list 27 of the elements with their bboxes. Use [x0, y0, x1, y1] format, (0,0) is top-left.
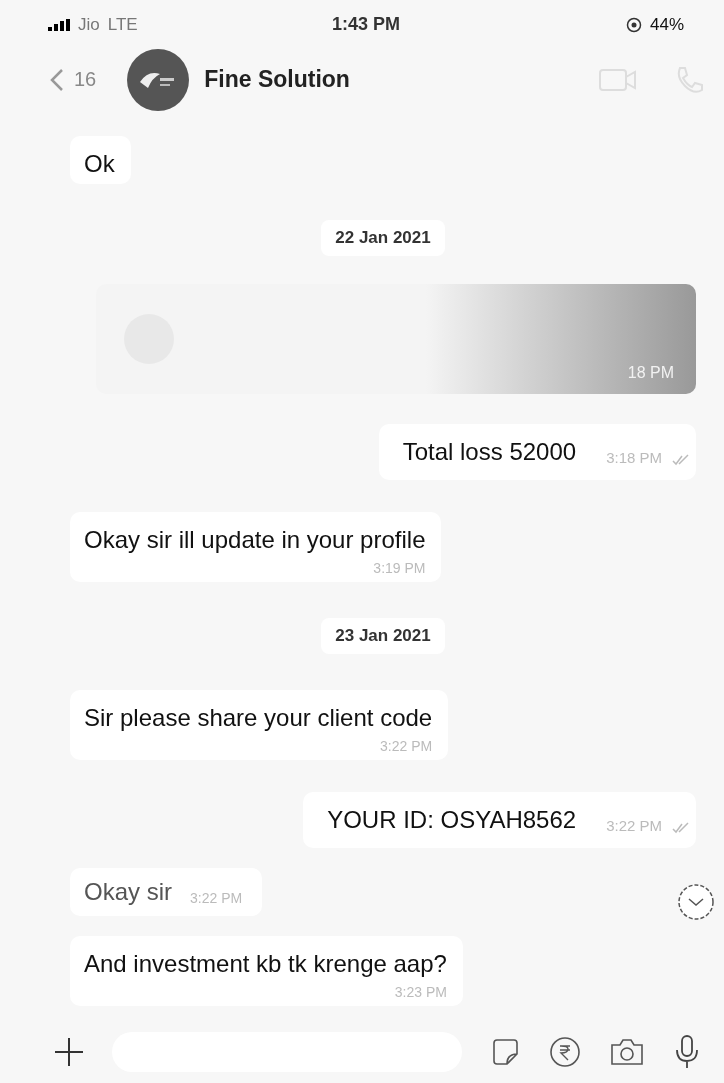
message-text: And investment kb tk krenge aap? [84, 949, 447, 978]
message-time: 3:22 PM [380, 737, 433, 754]
clock-time: 1:43 PM [332, 14, 400, 36]
scroll-down-icon[interactable] [676, 881, 716, 922]
date-label: 23 Jan 2021 [321, 617, 445, 654]
network-type: LTE [107, 14, 138, 35]
signal-icon [48, 18, 70, 31]
message-time: 3:22 PM [190, 889, 243, 906]
contact-avatar-icon[interactable] [126, 47, 191, 112]
message-text: YOUR ID: OSYAH8562 [327, 805, 577, 834]
message-time: 3:23 PM [394, 983, 447, 1000]
message-time: 18 PM [627, 363, 674, 382]
message-time: 3:22 PM [606, 816, 662, 834]
message-text: Okay sir ill update in your profile [84, 525, 426, 554]
date-label: 22 Jan 2021 [321, 219, 445, 256]
message-time: 3:19 PM [373, 559, 426, 576]
message-text: Sir please share your client code [84, 703, 433, 732]
message-text: Okay sir [84, 877, 172, 906]
contact-name[interactable]: Fine Solution [204, 66, 350, 94]
message-text: Total loss 52000 [402, 437, 577, 466]
battery-percent: 44% [649, 14, 684, 35]
rupee-icon[interactable] [548, 1035, 582, 1070]
back-button[interactable]: 16 [50, 67, 97, 92]
back-chevron-icon [50, 67, 64, 92]
carrier-name: Jio [78, 14, 100, 35]
message-time: 3:18 PM [606, 448, 662, 466]
message-text: Ok [84, 149, 115, 178]
